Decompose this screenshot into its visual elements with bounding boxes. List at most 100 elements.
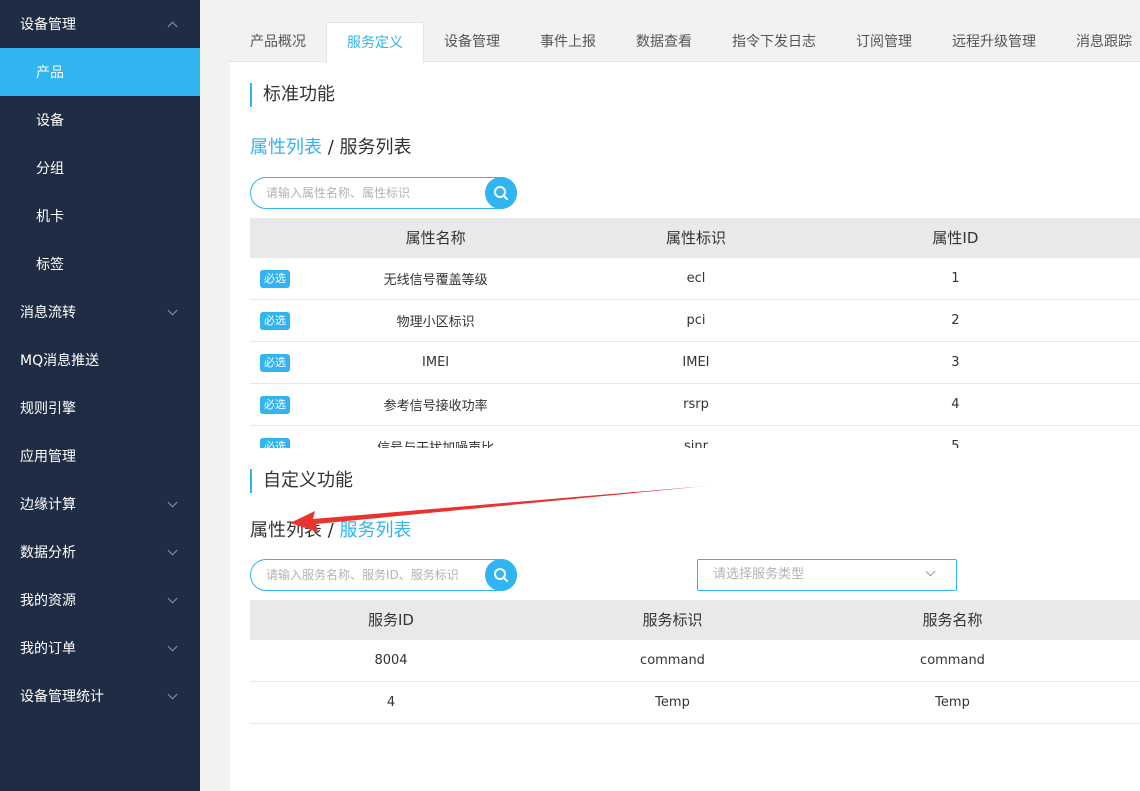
sidebar-item-label: 设备管理 bbox=[20, 17, 76, 33]
search-icon bbox=[494, 568, 508, 582]
required-badge: 必选 bbox=[260, 269, 290, 288]
table-cell: 信号与干扰加噪声比 bbox=[250, 437, 621, 448]
sidebar-item[interactable]: 规则引擎 bbox=[0, 384, 200, 432]
tab-bar: 产品概况 服务定义 设备管理 事件上报 数据查看 指令下发日志 订阅管理 远程升级管理 消息跟踪 bbox=[230, 22, 1140, 63]
tab-item[interactable]: 设备管理 bbox=[424, 22, 520, 61]
sidebar-item[interactable]: 边缘计算 bbox=[0, 480, 200, 528]
tab-item[interactable]: 消息跟踪 bbox=[1056, 22, 1140, 61]
table-row[interactable]: 8004 command command bbox=[250, 640, 1140, 682]
service-list-link[interactable]: 服务列表 bbox=[340, 520, 412, 541]
column-header: 服务名称 bbox=[922, 611, 983, 629]
subnav-separator: / bbox=[322, 137, 340, 158]
chevron-down-icon bbox=[167, 641, 178, 651]
tab-item[interactable]: 数据查看 bbox=[616, 22, 712, 61]
tab-item[interactable]: 事件上报 bbox=[520, 22, 616, 61]
table-row[interactable]: 4 Temp Temp bbox=[250, 682, 1140, 724]
custom-subnav: 属性列表 / 服务列表 bbox=[250, 516, 412, 542]
chevron-down-icon bbox=[167, 545, 178, 555]
chevron-up-icon bbox=[167, 21, 178, 31]
sidebar-item[interactable]: 分组 bbox=[0, 144, 200, 192]
sidebar-item[interactable]: 我的资源 bbox=[0, 576, 200, 624]
chevron-down-icon bbox=[167, 305, 178, 315]
subnav-separator: / bbox=[322, 520, 340, 541]
custom-section-title: 自定义功能 bbox=[250, 469, 353, 493]
table-cell: rsrp bbox=[683, 397, 709, 412]
property-list-link[interactable]: 属性列表 bbox=[250, 137, 322, 158]
sidebar-item-label: 边缘计算 bbox=[20, 497, 76, 513]
sidebar-item-label: 消息流转 bbox=[20, 305, 76, 321]
search-button[interactable] bbox=[485, 177, 517, 209]
tab-item[interactable]: 产品概况 bbox=[230, 22, 326, 61]
standard-subnav: 属性列表 / 服务列表 bbox=[250, 133, 412, 159]
table-cell: pci bbox=[686, 313, 706, 328]
sidebar-item[interactable]: 机卡 bbox=[0, 192, 200, 240]
standard-section-title: 标准功能 bbox=[250, 83, 335, 107]
table-row[interactable]: 必选 无线信号覆盖等级 ecl 1 bbox=[250, 258, 1140, 300]
select-placeholder: 请选择服务类型 bbox=[713, 567, 805, 582]
table-cell: 4 bbox=[951, 397, 960, 412]
search-button[interactable] bbox=[485, 559, 517, 591]
required-badge: 必选 bbox=[260, 395, 290, 414]
table-row[interactable]: 必选信号与干扰加噪声比 sinr 5 bbox=[250, 426, 1140, 448]
sidebar-item-label: 标签 bbox=[36, 257, 64, 273]
table-row[interactable]: 必选 参考信号接收功率 rsrp 4 bbox=[250, 384, 1140, 426]
column-header: 属性标识 bbox=[665, 229, 726, 247]
search-placeholder: 请输入服务名称、服务ID、服务标识 bbox=[266, 568, 459, 582]
sidebar-item-label: 设备管理统计 bbox=[20, 689, 104, 705]
column-header: 属性名称 bbox=[405, 229, 466, 247]
sidebar-item[interactable]: 数据分析 bbox=[0, 528, 200, 576]
table-cell: sinr bbox=[683, 439, 708, 448]
table-cell: 2 bbox=[951, 313, 960, 328]
chevron-down-icon bbox=[167, 497, 178, 507]
sidebar-item-label: 数据分析 bbox=[20, 545, 76, 561]
table-cell: Temp bbox=[655, 695, 690, 710]
sidebar-item-label: 我的资源 bbox=[20, 593, 76, 609]
sidebar-item[interactable]: 设备管理统计 bbox=[0, 672, 200, 720]
chevron-down-icon bbox=[167, 593, 178, 603]
required-badge: 必选 bbox=[260, 353, 290, 372]
table-row[interactable]: 必选 物理小区标识 pci 2 bbox=[250, 300, 1140, 342]
column-header: 属性ID bbox=[932, 229, 979, 247]
search-placeholder: 请输入属性名称、属性标识 bbox=[266, 186, 411, 200]
table-cell: 5 bbox=[951, 439, 960, 448]
tab-item[interactable]: 远程升级管理 bbox=[932, 22, 1056, 61]
sidebar-item[interactable]: 设备 bbox=[0, 96, 200, 144]
sidebar-item[interactable]: 应用管理 bbox=[0, 432, 200, 480]
service-list-link[interactable]: 服务列表 bbox=[340, 137, 412, 158]
chevron-down-icon bbox=[925, 566, 936, 577]
service-table: 服务ID 服务标识 服务名称 8004 command command 4 Temp Temp bbox=[250, 600, 1140, 724]
property-list-link[interactable]: 属性列表 bbox=[250, 520, 322, 541]
tab-item[interactable]: 服务定义 bbox=[326, 22, 424, 63]
property-search-input[interactable]: 请输入属性名称、属性标识 bbox=[250, 177, 517, 209]
sidebar-item[interactable]: 消息流转 bbox=[0, 288, 200, 336]
sidebar-item-label: MQ消息推送 bbox=[20, 353, 100, 369]
service-type-select[interactable]: 请选择服务类型 bbox=[697, 559, 957, 591]
service-search-input[interactable]: 请输入服务名称、服务ID、服务标识 bbox=[250, 559, 517, 591]
table-row[interactable]: 必选 IMEI IMEI 3 bbox=[250, 342, 1140, 384]
sidebar-item-label: 应用管理 bbox=[20, 449, 76, 465]
tab-item[interactable]: 订阅管理 bbox=[836, 22, 932, 61]
required-badge: 必选 bbox=[260, 311, 290, 330]
sidebar-item[interactable]: 我的订单 bbox=[0, 624, 200, 672]
table-cell: command bbox=[920, 653, 985, 668]
sidebar-item-label: 分组 bbox=[36, 161, 64, 177]
table-cell: 无线信号覆盖等级 bbox=[383, 273, 488, 288]
tab-item[interactable]: 指令下发日志 bbox=[712, 22, 836, 61]
table-cell: 3 bbox=[951, 355, 960, 370]
sidebar-item[interactable]: 设备管理 bbox=[0, 0, 200, 48]
chevron-down-icon bbox=[167, 689, 178, 699]
table-cell: 1 bbox=[951, 271, 960, 286]
table-cell: IMEI bbox=[422, 355, 450, 370]
sidebar-item-label: 产品 bbox=[36, 65, 64, 81]
sidebar-item-label: 机卡 bbox=[36, 209, 64, 225]
column-header: 服务ID bbox=[368, 611, 414, 629]
sidebar-item-label: 设备 bbox=[36, 113, 64, 129]
table-cell: ecl bbox=[686, 271, 706, 286]
column-header: 服务标识 bbox=[642, 611, 703, 629]
sidebar-item[interactable]: MQ消息推送 bbox=[0, 336, 200, 384]
sidebar-item[interactable]: 标签 bbox=[0, 240, 200, 288]
table-cell: Temp bbox=[935, 695, 970, 710]
table-cell: 8004 bbox=[374, 653, 408, 668]
table-cell: 物理小区标识 bbox=[396, 315, 475, 330]
sidebar-item[interactable]: 产品 bbox=[0, 48, 200, 96]
